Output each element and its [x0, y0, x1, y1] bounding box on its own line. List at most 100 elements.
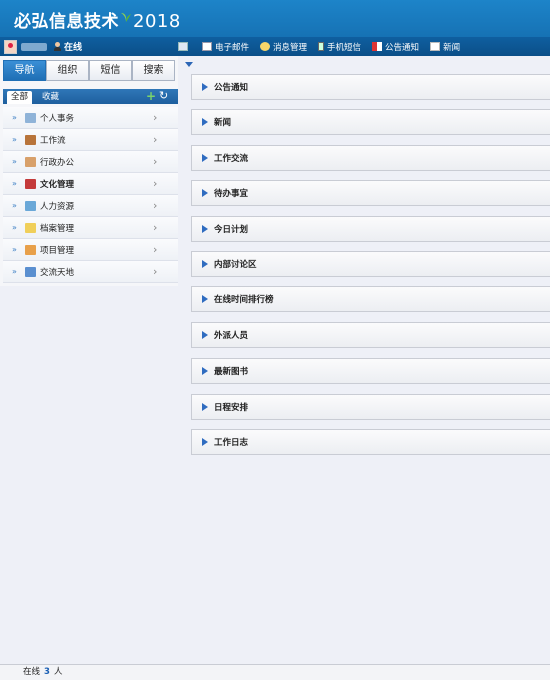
chevron-right-icon: › [153, 177, 158, 190]
menu-item-human-resources[interactable]: » 人力资源 › [3, 195, 178, 217]
menu-item-label: 工作流 [40, 135, 66, 146]
collapse-arrow-icon[interactable] [185, 62, 193, 67]
sms-button[interactable]: 手机短信 [318, 41, 361, 53]
folder-icon [25, 222, 36, 233]
notepad-icon [25, 112, 36, 123]
app-title: 必弘信息技术 2018 [14, 7, 181, 32]
expand-arrow-icon [202, 154, 208, 162]
nav-menu: » 个人事务 › » 工作流 › » 行政办公 › » 文化管理 › » 人力资… [3, 107, 178, 283]
menu-item-label: 交流天地 [40, 267, 75, 278]
menu-item-administration[interactable]: » 行政办公 › [3, 151, 178, 173]
chevron-right-icon: › [153, 243, 158, 256]
portlet-todo[interactable]: 待办事宜 [191, 180, 550, 206]
menu-item-culture-management[interactable]: » 文化管理 › [3, 173, 178, 195]
portlet-title: 在线时间排行榜 [214, 295, 274, 305]
leaf-icon [121, 13, 131, 22]
expand-arrow-icon [202, 438, 208, 446]
news-label: 新闻 [443, 42, 461, 53]
envelope-icon [25, 244, 36, 255]
subtab-favorites[interactable]: 收藏 [38, 91, 63, 104]
app-title-text: 必弘信息技术 [14, 12, 119, 32]
online-status-label[interactable]: 在线 [64, 40, 82, 53]
email-button[interactable]: 电子邮件 [202, 41, 249, 53]
portlet-title: 最新图书 [214, 367, 249, 377]
menu-subbar: 全部 收藏 + ↻ [3, 89, 178, 104]
status-online-prefix: 在线 [23, 667, 41, 677]
contact-card-button[interactable] [178, 42, 191, 51]
menu-item-archives[interactable]: » 档案管理 › [3, 217, 178, 239]
menu-item-label: 人力资源 [40, 201, 75, 212]
messages-button[interactable]: 消息管理 [260, 41, 307, 53]
expand-arrow-icon [202, 295, 208, 303]
user-name-redacted [21, 42, 47, 51]
chevron-right-icon: › [153, 221, 158, 234]
newspaper-icon [430, 42, 441, 51]
sms-label: 手机短信 [327, 42, 362, 53]
announcements-button[interactable]: 公告通知 [372, 41, 419, 53]
news-button[interactable]: 新闻 [430, 41, 460, 53]
portlet-dispatched-staff[interactable]: 外派人员 [191, 322, 550, 348]
subtab-all[interactable]: 全部 [7, 91, 33, 104]
portlet-title: 外派人员 [214, 331, 249, 341]
portlet-news[interactable]: 新闻 [191, 109, 550, 135]
online-user-icon [54, 42, 61, 51]
announcements-label: 公告通知 [385, 42, 420, 53]
person-icon [25, 156, 36, 167]
portlet-new-books[interactable]: 最新图书 [191, 358, 550, 384]
top-toolbar: 在线 电子邮件 消息管理 手机短信 公告通知 新闻 [0, 37, 550, 56]
portlet-title: 内部讨论区 [214, 260, 257, 270]
menu-item-label: 个人事务 [40, 113, 75, 124]
tab-organization[interactable]: 组织 [46, 60, 89, 81]
menu-item-personal-affairs[interactable]: » 个人事务 › [3, 107, 178, 129]
documents-icon [25, 266, 36, 277]
tab-navigation[interactable]: 导航 [3, 60, 46, 81]
chevron-right-icon: › [153, 265, 158, 278]
double-arrow-icon: » [12, 157, 17, 166]
menu-item-project-management[interactable]: » 项目管理 › [3, 239, 178, 261]
double-arrow-icon: » [12, 245, 17, 254]
expand-arrow-icon [202, 225, 208, 233]
portlet-title: 工作日志 [214, 438, 249, 448]
online-count[interactable]: 3 [44, 667, 50, 677]
portlet-online-ranking[interactable]: 在线时间排行榜 [191, 286, 550, 312]
portlet-discussion[interactable]: 内部讨论区 [191, 251, 550, 277]
contact-card-icon [178, 42, 188, 51]
refresh-icon[interactable]: ↻ [159, 89, 168, 102]
menu-item-communication[interactable]: » 交流天地 › [3, 261, 178, 283]
portlet-title: 工作交流 [214, 154, 249, 164]
tab-search[interactable]: 搜索 [132, 60, 175, 81]
chat-bubble-icon [260, 42, 271, 51]
add-icon[interactable]: + [146, 90, 156, 102]
double-arrow-icon: » [12, 179, 17, 188]
chevron-right-icon: › [153, 111, 158, 124]
menu-item-label: 档案管理 [40, 223, 75, 234]
messages-label: 消息管理 [273, 42, 308, 53]
double-arrow-icon: » [12, 201, 17, 210]
phone-icon [318, 42, 325, 51]
expand-arrow-icon [202, 189, 208, 197]
chevron-right-icon: › [153, 155, 158, 168]
megaphone-icon [372, 42, 383, 51]
portlet-today-plan[interactable]: 今日计划 [191, 216, 550, 242]
mail-icon [202, 42, 212, 51]
user-area[interactable]: 在线 [4, 39, 82, 54]
left-tabs: 导航 组织 短信 搜索 [3, 60, 175, 81]
menu-item-workflow[interactable]: » 工作流 › [3, 129, 178, 151]
expand-arrow-icon [202, 260, 208, 268]
toolbar-shortcuts: 电子邮件 消息管理 手机短信 公告通知 新闻 [178, 40, 471, 53]
portlet-schedule[interactable]: 日程安排 [191, 394, 550, 420]
expand-arrow-icon [202, 331, 208, 339]
menu-item-label: 文化管理 [40, 179, 75, 190]
portlet-work-log[interactable]: 工作日志 [191, 429, 550, 455]
status-online-suffix: 人 [53, 667, 63, 677]
portlet-announcements[interactable]: 公告通知 [191, 74, 550, 100]
expand-arrow-icon [202, 118, 208, 126]
double-arrow-icon: » [12, 223, 17, 232]
book-icon [25, 178, 36, 189]
tab-sms[interactable]: 短信 [89, 60, 132, 81]
portlet-work-exchange[interactable]: 工作交流 [191, 145, 550, 171]
double-arrow-icon: » [12, 113, 17, 122]
people-icon [25, 200, 36, 211]
avatar[interactable] [4, 39, 17, 54]
expand-arrow-icon [202, 83, 208, 91]
